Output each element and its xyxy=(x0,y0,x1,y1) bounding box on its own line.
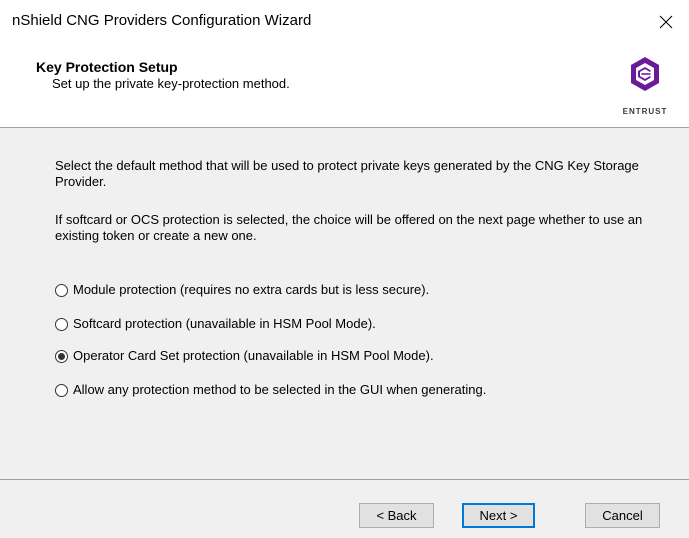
entrust-logo: ENTRUST xyxy=(614,56,676,120)
radio-button[interactable] xyxy=(55,317,68,331)
close-button[interactable] xyxy=(643,0,689,44)
logo-text: ENTRUST xyxy=(622,107,668,116)
radio-any-method[interactable]: Allow any protection method to be select… xyxy=(55,381,486,399)
radio-label[interactable]: Softcard protection (unavailable in HSM … xyxy=(73,316,376,332)
window-title: nShield CNG Providers Configuration Wiza… xyxy=(12,12,312,29)
radio-label[interactable]: Operator Card Set protection (unavailabl… xyxy=(73,348,434,364)
close-icon xyxy=(659,15,673,29)
entrust-logo-icon xyxy=(631,57,659,91)
wizard-footer: < Back Next > Cancel xyxy=(0,480,689,538)
wizard-content: Select the default method that will be u… xyxy=(0,128,689,479)
radio-button-selected[interactable] xyxy=(55,349,68,363)
description-text: Select the default method that will be u… xyxy=(55,158,639,189)
wizard-header: Key Protection Setup Set up the private … xyxy=(0,44,689,127)
radio-module-protection[interactable]: Module protection (requires no extra car… xyxy=(55,281,429,299)
radio-selected-dot xyxy=(58,352,65,360)
radio-button[interactable] xyxy=(55,283,68,297)
page-subtitle: Set up the private key-protection method… xyxy=(52,76,290,91)
page-title: Key Protection Setup xyxy=(36,59,178,75)
cancel-button[interactable]: Cancel xyxy=(585,503,660,528)
radio-label[interactable]: Module protection (requires no extra car… xyxy=(73,282,429,298)
radio-label[interactable]: Allow any protection method to be select… xyxy=(73,382,486,398)
next-button[interactable]: Next > xyxy=(462,503,535,528)
radio-softcard-protection[interactable]: Softcard protection (unavailable in HSM … xyxy=(55,315,376,333)
radio-button[interactable] xyxy=(55,383,68,397)
title-bar: nShield CNG Providers Configuration Wiza… xyxy=(0,0,689,44)
radio-ocs-protection[interactable]: Operator Card Set protection (unavailabl… xyxy=(55,347,434,365)
token-note-text: If softcard or OCS protection is selecte… xyxy=(55,212,643,243)
back-button[interactable]: < Back xyxy=(359,503,434,528)
wizard-window: nShield CNG Providers Configuration Wiza… xyxy=(0,0,689,538)
